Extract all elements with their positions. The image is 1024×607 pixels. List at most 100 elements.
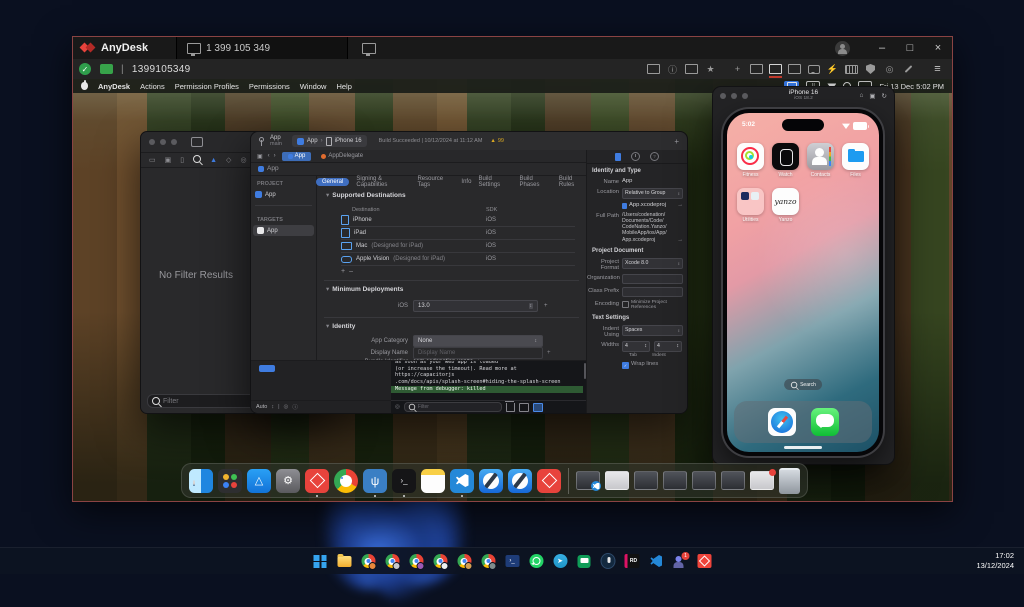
back-button[interactable]: ‹: [268, 153, 270, 159]
new-tab-icon[interactable]: +: [731, 63, 744, 75]
minimum-deployments-header[interactable]: ▾ Minimum Deployments: [326, 285, 403, 293]
project-format-dropdown[interactable]: Xcode 8.0 ↕: [622, 258, 683, 269]
dock-window-thumb-vscode[interactable]: [576, 471, 600, 490]
scheme-selector[interactable]: App › iPhone 16: [292, 135, 367, 147]
home-button-icon[interactable]: ⌂: [859, 92, 863, 100]
screenshot-icon[interactable]: [647, 63, 660, 75]
app-watch[interactable]: Watch: [768, 143, 803, 178]
session-tab[interactable]: 1 399 105 349: [176, 37, 348, 59]
dock-appstore-icon[interactable]: △: [247, 469, 271, 493]
menu-permission-profiles[interactable]: Permission Profiles: [175, 82, 239, 91]
tab-app[interactable]: App: [282, 152, 312, 161]
source-control-nav-icon[interactable]: ▣: [165, 156, 172, 164]
file-inspector-tab-icon[interactable]: [615, 153, 621, 161]
console-record-icon[interactable]: ◎: [395, 404, 400, 410]
destination-row-iphone[interactable]: iPhone iOS: [341, 214, 575, 227]
chrome-profile-5-icon[interactable]: [457, 554, 472, 569]
teams-icon[interactable]: 1: [673, 554, 688, 569]
app-category-dropdown[interactable]: None ↕: [413, 335, 543, 347]
navigator-project-app[interactable]: App: [251, 189, 316, 200]
traffic-lights[interactable]: [149, 139, 177, 145]
display-name-add[interactable]: +: [547, 350, 551, 356]
supported-destinations-header[interactable]: ▾ Supported Destinations: [326, 191, 406, 199]
menu-window[interactable]: Window: [300, 82, 327, 91]
remove-destination-button[interactable]: –: [349, 268, 357, 275]
dock-anydesk-session-icon[interactable]: [537, 469, 561, 493]
sidebar-toggle-icon[interactable]: [191, 137, 203, 147]
tab-build-settings[interactable]: Build Settings: [478, 176, 512, 188]
name-value[interactable]: App: [622, 178, 632, 184]
vscode-taskbar-icon[interactable]: [649, 554, 664, 569]
tab-general[interactable]: General: [316, 178, 349, 186]
folder-nav-icon[interactable]: ▭: [149, 156, 156, 164]
dock-trash-icon[interactable]: [779, 468, 800, 494]
wrap-lines-checkbox[interactable]: ✓: [622, 362, 629, 369]
dock-finder-icon[interactable]: [189, 469, 213, 493]
class-prefix-field[interactable]: [622, 287, 683, 297]
tab-resource-tags[interactable]: Resource Tags: [417, 176, 454, 188]
dock-launchpad-icon[interactable]: [218, 469, 242, 493]
dock-fork-icon[interactable]: ψ: [363, 469, 387, 493]
debug-console[interactable]: as soon as your web app is loaded (or in…: [391, 361, 587, 413]
remote-monitor-icon[interactable]: [100, 64, 113, 74]
dock-window-thumb-simulator[interactable]: [692, 471, 716, 490]
display-settings-icon[interactable]: ◎: [883, 63, 896, 75]
clear-console-icon[interactable]: [506, 403, 515, 412]
search-nav-icon[interactable]: [193, 155, 201, 165]
destination-row-ipad[interactable]: iPad iOS: [341, 227, 575, 240]
new-session-tab-icon[interactable]: [362, 43, 376, 54]
chrome-profile-1-icon[interactable]: [361, 554, 376, 569]
dock-settings-icon[interactable]: ⚙: [276, 469, 300, 493]
chrome-profile-2-icon[interactable]: [385, 554, 400, 569]
dock-simulator-icon[interactable]: [508, 469, 532, 493]
add-destination-button[interactable]: +: [341, 268, 349, 275]
powershell-icon[interactable]: ›_: [505, 554, 520, 569]
minimize-button[interactable]: –: [868, 37, 896, 59]
history-inspector-tab-icon[interactable]: [631, 152, 640, 161]
menu-actions[interactable]: Actions: [140, 82, 165, 91]
whatsapp-icon[interactable]: [529, 554, 544, 569]
chat-icon[interactable]: [807, 63, 820, 75]
open-path-icon[interactable]: →: [677, 237, 683, 243]
console-pane-toggle[interactable]: [533, 403, 543, 412]
monitor-1-icon[interactable]: [750, 63, 763, 75]
tab-build-phases[interactable]: Build Phases: [519, 176, 551, 188]
dock-anydesk-icon[interactable]: [305, 469, 329, 493]
anydesk-taskbar-icon[interactable]: [697, 554, 712, 569]
messages-app-icon[interactable]: [811, 408, 839, 436]
tab-info[interactable]: Info: [461, 179, 471, 185]
keyboard-icon[interactable]: [845, 63, 858, 75]
chrome-profile-6-icon[interactable]: [481, 554, 496, 569]
variables-info-icon[interactable]: ⓘ: [292, 403, 298, 411]
navigator-target-app[interactable]: App: [253, 225, 314, 236]
folder-utilities[interactable]: Utilities: [733, 188, 768, 223]
destination-row-mac[interactable]: Mac (Designed for iPad) iOS: [341, 240, 575, 253]
organization-field[interactable]: [622, 274, 683, 284]
menu-icon[interactable]: ≡: [931, 63, 944, 75]
file-transfer-icon[interactable]: [685, 63, 698, 75]
tab-appdelegate[interactable]: AppDelegate: [321, 153, 363, 159]
chrome-profile-4-icon[interactable]: [433, 554, 448, 569]
tab-build-rules[interactable]: Build Rules: [559, 176, 587, 188]
ios-version-dropdown[interactable]: 13.0 ↕: [413, 300, 538, 312]
screenshot-button-icon[interactable]: ▣: [869, 92, 875, 100]
account-avatar[interactable]: [835, 41, 850, 56]
session-info-icon[interactable]: ⓘ: [666, 63, 679, 75]
bookmark-nav-icon[interactable]: ▯: [180, 156, 184, 164]
tab-width-stepper[interactable]: 4 ↕: [622, 341, 650, 352]
indent-width-stepper[interactable]: 4 ↕: [654, 341, 682, 352]
display-name-field[interactable]: Display Name: [413, 347, 543, 359]
tests-nav-icon[interactable]: ◇: [226, 156, 231, 164]
dock-notes-icon[interactable]: [421, 469, 445, 493]
permissions-icon[interactable]: [864, 63, 877, 75]
menu-permissions[interactable]: Permissions: [249, 82, 290, 91]
taskbar-clock[interactable]: 17:02 13/12/2024: [976, 551, 1014, 570]
favorites-icon[interactable]: ★: [704, 63, 717, 75]
breadcrumb-label[interactable]: App: [267, 165, 279, 172]
dock-chrome-icon[interactable]: [334, 469, 358, 493]
debug-chip[interactable]: [259, 365, 275, 372]
safari-app-icon[interactable]: [768, 408, 796, 436]
variables-pane-toggle[interactable]: [519, 403, 529, 412]
minimize-refs-checkbox[interactable]: [622, 301, 629, 308]
app-yanzo[interactable]: yanzo Yanzo: [768, 188, 803, 223]
